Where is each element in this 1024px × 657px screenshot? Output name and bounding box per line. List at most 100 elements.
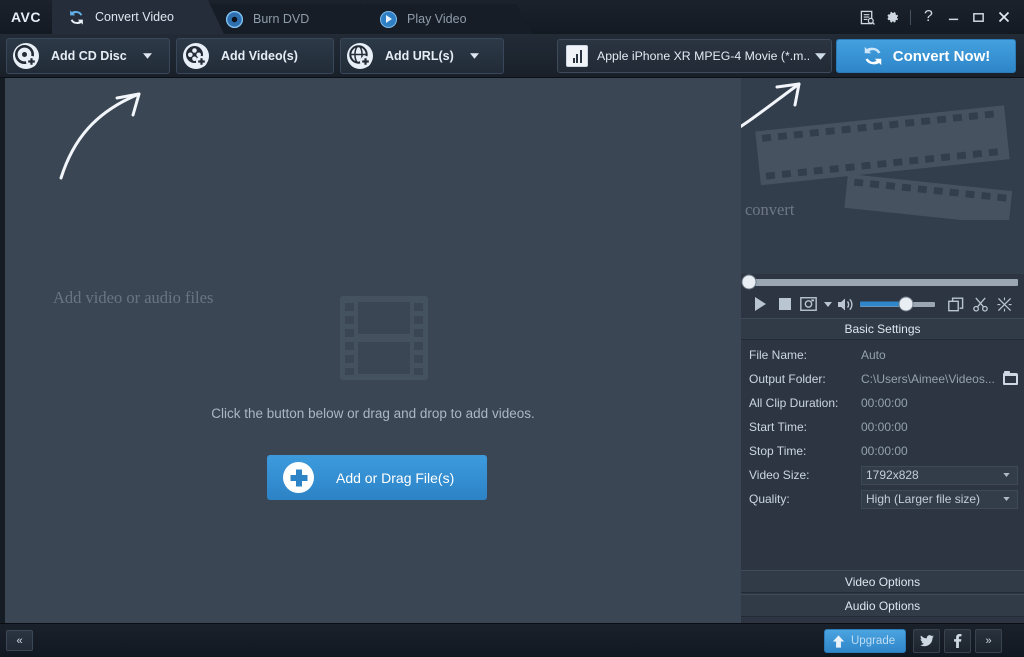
video-add-icon — [183, 42, 209, 69]
setting-value: 00:00:00 — [861, 396, 908, 410]
tab-label: Burn DVD — [253, 12, 310, 26]
drop-instruction-text: Click the button below or drag and drop … — [211, 406, 535, 421]
volume-slider[interactable] — [859, 296, 936, 312]
help-icon[interactable]: ? — [916, 6, 941, 28]
seek-track[interactable] — [742, 275, 1018, 289]
setting-label: Start Time: — [749, 420, 808, 434]
tab-label: Convert Video — [95, 10, 174, 24]
tab-label: Play Video — [407, 12, 467, 26]
volume-icon[interactable] — [835, 292, 857, 316]
video-size-select[interactable]: 1792x828 — [861, 465, 1018, 485]
twitter-icon[interactable] — [913, 629, 940, 653]
setting-label: File Name: — [749, 348, 808, 362]
setting-row-output-folder: Output Folder: C:\Users\Aimee\Videos... — [741, 367, 1024, 391]
volume-handle[interactable] — [899, 297, 913, 311]
settings-list: File Name: Auto Output Folder: C:\Users\… — [741, 340, 1024, 511]
globe-add-icon — [347, 42, 373, 69]
window-controls: ? — [855, 6, 1016, 28]
sync-icon — [862, 45, 884, 67]
add-videos-button[interactable]: Add Video(s) — [176, 37, 334, 74]
cd-disc-add-icon — [13, 42, 39, 69]
collapse-panel-button[interactable]: « — [6, 630, 33, 651]
upload-arrow-icon — [831, 634, 846, 649]
bottom-status-bar: « Upgrade » — [0, 623, 1024, 657]
browse-folder-icon[interactable] — [1003, 371, 1018, 385]
player-controls — [741, 290, 1024, 318]
activity-log-icon[interactable] — [855, 6, 880, 28]
disc-icon — [224, 9, 244, 29]
setting-label: Output Folder: — [749, 372, 826, 386]
setting-row-all-clip-duration: All Clip Duration: 00:00:00 — [741, 391, 1024, 415]
hint-choose-profile: Choose output profile and convert — [741, 200, 795, 219]
convert-now-button[interactable]: Convert Now! — [836, 39, 1016, 73]
scissors-icon[interactable] — [968, 292, 992, 316]
sync-icon — [66, 7, 86, 27]
chevron-down-icon[interactable] — [809, 52, 831, 60]
main-toolbar: Add CD Disc Add Video(s) Add URL(s) Appl… — [0, 34, 1024, 78]
tab-burn-dvd[interactable]: Burn DVD — [210, 4, 378, 34]
chevron-down-icon[interactable] — [468, 52, 482, 59]
chevron-down-icon[interactable] — [1000, 497, 1013, 501]
upgrade-button[interactable]: Upgrade — [824, 629, 906, 653]
tab-convert-video[interactable]: Convert Video — [52, 0, 224, 34]
basic-settings-header: Basic Settings — [741, 318, 1024, 340]
gear-icon[interactable] — [880, 6, 905, 28]
film-strip-watermark — [336, 290, 432, 386]
facebook-icon[interactable] — [944, 629, 971, 653]
quality-select[interactable]: High (Larger file size) — [861, 489, 1018, 509]
add-cd-disc-button[interactable]: Add CD Disc — [6, 37, 170, 74]
add-urls-button[interactable]: Add URL(s) — [340, 37, 504, 74]
setting-label: Stop Time: — [749, 444, 807, 458]
profile-name: Apple iPhone XR MPEG-4 Movie (*.m... — [597, 49, 809, 63]
audio-options-button[interactable]: Audio Options — [741, 594, 1024, 617]
add-or-drag-files-button[interactable]: Add or Drag File(s) — [267, 455, 487, 500]
hint-add-files: Add video or audio files — [53, 288, 214, 307]
app-window: AVC Convert Video Burn DVD Play Video ? … — [0, 0, 1024, 657]
seek-handle[interactable] — [742, 275, 756, 289]
snapshot-icon[interactable] — [797, 292, 821, 316]
setting-row-quality: Quality: High (Larger file size) — [741, 487, 1024, 511]
clone-icon[interactable] — [944, 292, 968, 316]
expand-panel-button[interactable]: » — [975, 629, 1002, 653]
tab-play-video[interactable]: Play Video — [364, 4, 532, 34]
close-icon[interactable] — [991, 6, 1016, 28]
setting-label: All Clip Duration: — [749, 396, 839, 410]
setting-row-file-name: File Name: Auto — [741, 343, 1024, 367]
chevron-down-icon[interactable] — [821, 292, 835, 316]
stop-icon[interactable] — [773, 292, 797, 316]
button-label: Add CD Disc — [51, 48, 127, 63]
preview-area[interactable]: Choose output profile and convert — [741, 78, 1024, 274]
button-label: Add or Drag File(s) — [336, 469, 455, 486]
setting-row-start-time: Start Time: 00:00:00 — [741, 415, 1024, 439]
setting-value[interactable]: Auto — [861, 348, 1018, 362]
maximize-icon[interactable] — [966, 6, 991, 28]
tab-bar: Convert Video Burn DVD Play Video — [52, 0, 518, 34]
select-value: High (Larger file size) — [866, 491, 981, 506]
effects-icon[interactable] — [992, 292, 1016, 316]
button-label: Upgrade — [851, 635, 896, 647]
plus-icon — [283, 462, 314, 493]
arrow-to-add-button — [59, 92, 141, 180]
seek-bar[interactable] — [741, 274, 1024, 290]
minimize-icon[interactable] — [941, 6, 966, 28]
right-panel: Choose output profile and convert — [741, 78, 1024, 623]
chevron-down-icon[interactable] — [141, 52, 155, 59]
file-drop-area[interactable]: Add video or audio files Click the butto… — [0, 78, 741, 623]
video-options-button[interactable]: Video Options — [741, 570, 1024, 593]
button-label: Add Video(s) — [221, 48, 298, 63]
play-icon[interactable] — [749, 292, 773, 316]
setting-row-stop-time: Stop Time: 00:00:00 — [741, 439, 1024, 463]
chevron-down-icon[interactable] — [1000, 473, 1013, 477]
setting-value[interactable]: 00:00:00 — [861, 420, 1018, 434]
output-profile-selector[interactable]: Apple iPhone XR MPEG-4 Movie (*.m... — [557, 39, 832, 73]
setting-value[interactable]: 00:00:00 — [861, 444, 1018, 458]
setting-value[interactable]: C:\Users\Aimee\Videos... — [861, 372, 999, 386]
select-value: 1792x828 — [866, 467, 919, 482]
profile-icon — [566, 45, 588, 67]
button-label: Convert Now! — [892, 47, 991, 65]
divider — [910, 9, 911, 25]
button-label: Add URL(s) — [385, 48, 454, 63]
setting-row-video-size: Video Size: 1792x828 — [741, 463, 1024, 487]
setting-label: Video Size: — [749, 468, 810, 482]
play-icon — [378, 9, 398, 29]
